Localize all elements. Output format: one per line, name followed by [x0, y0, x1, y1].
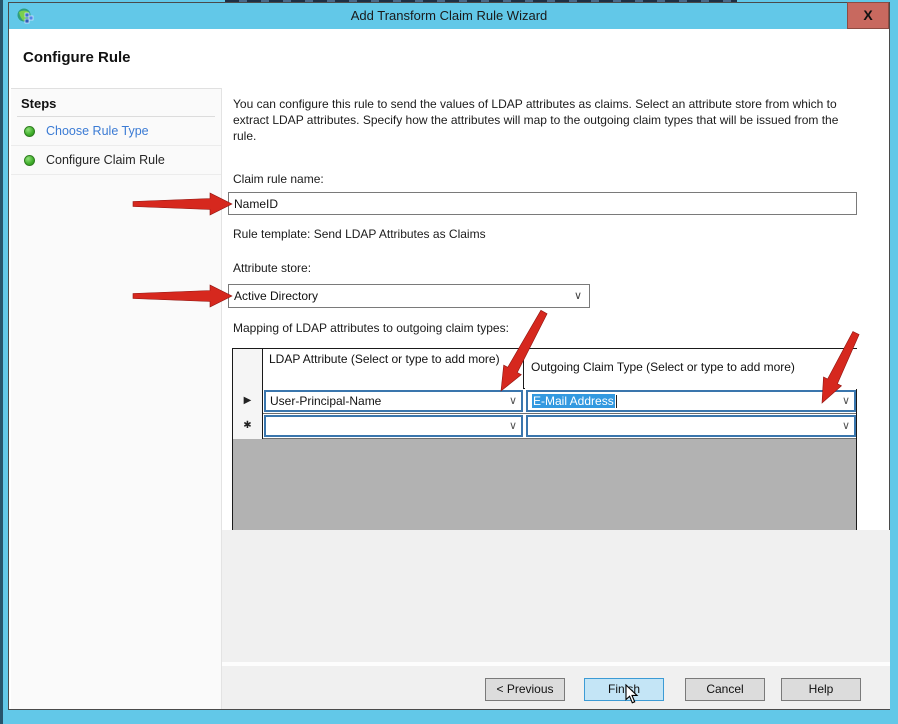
step-label: Configure Claim Rule: [46, 153, 165, 167]
cancel-button[interactable]: Cancel: [685, 678, 765, 701]
outgoing-claim-type-combo-row1[interactable]: E-Mail Address ∨: [526, 390, 856, 412]
rule-description-text: You can configure this rule to send the …: [233, 96, 863, 144]
ldap-attribute-combo-row2[interactable]: ∨: [264, 415, 523, 437]
chevron-down-icon[interactable]: ∨: [842, 392, 850, 410]
rule-template-text: Rule template: Send LDAP Attributes as C…: [233, 227, 486, 241]
text-caret: [616, 395, 617, 408]
steps-title: Steps: [21, 96, 56, 111]
chevron-down-icon[interactable]: ∨: [509, 417, 517, 435]
step-complete-icon: [24, 155, 35, 166]
attribute-store-label: Attribute store:: [233, 261, 311, 275]
steps-panel: Steps Choose Rule Type Configure Claim R…: [11, 88, 222, 709]
page-title: Configure Rule: [23, 49, 131, 66]
ldap-attribute-value: User-Principal-Name: [270, 394, 381, 408]
outgoing-claim-type-value: E-Mail Address: [532, 394, 615, 408]
claim-rule-name-label: Claim rule name:: [233, 172, 324, 186]
chevron-down-icon[interactable]: ∨: [509, 392, 517, 410]
column-header-ldap-attribute: LDAP Attribute (Select or type to add mo…: [263, 349, 524, 389]
claim-rule-name-input[interactable]: [228, 192, 857, 215]
help-button[interactable]: Help: [781, 678, 861, 701]
table-row: ▶ User-Principal-Name ∨ E-Mail Address ∨: [233, 389, 856, 414]
sidebar-item-configure-claim-rule[interactable]: Configure Claim Rule: [11, 146, 221, 175]
mapping-label: Mapping of LDAP attributes to outgoing c…: [233, 321, 509, 335]
attribute-store-select[interactable]: Active Directory ∨: [228, 284, 590, 308]
outgoing-claim-type-combo-row2[interactable]: ∨: [526, 415, 856, 437]
sidebar-item-choose-rule-type[interactable]: Choose Rule Type: [11, 117, 221, 146]
footer-divider: [222, 662, 890, 666]
background-window-left-edge: [0, 0, 3, 724]
column-header-outgoing-claim-type: Outgoing Claim Type (Select or type to a…: [525, 349, 857, 389]
step-complete-icon: [24, 126, 35, 137]
previous-button[interactable]: < Previous: [485, 678, 565, 701]
screen: Add Transform Claim Rule Wizard X Config…: [0, 0, 898, 724]
attribute-store-value: Active Directory: [234, 289, 318, 303]
finish-button[interactable]: Finish: [584, 678, 664, 701]
close-button[interactable]: X: [847, 2, 889, 29]
chevron-down-icon[interactable]: ∨: [842, 417, 850, 435]
current-row-marker: ▶: [233, 389, 263, 414]
chevron-down-icon: ∨: [574, 285, 582, 307]
new-row-marker: ✱: [233, 414, 263, 439]
step-label: Choose Rule Type: [46, 124, 149, 138]
ldap-attribute-combo-row1[interactable]: User-Principal-Name ∨: [264, 390, 523, 412]
window-title: Add Transform Claim Rule Wizard: [9, 3, 889, 29]
titlebar[interactable]: Add Transform Claim Rule Wizard X: [9, 3, 889, 29]
mapping-table: LDAP Attribute (Select or type to add mo…: [232, 348, 857, 532]
wizard-dialog: Add Transform Claim Rule Wizard X Config…: [8, 2, 890, 710]
table-row-new: ✱ ∨ ∨: [233, 414, 856, 439]
